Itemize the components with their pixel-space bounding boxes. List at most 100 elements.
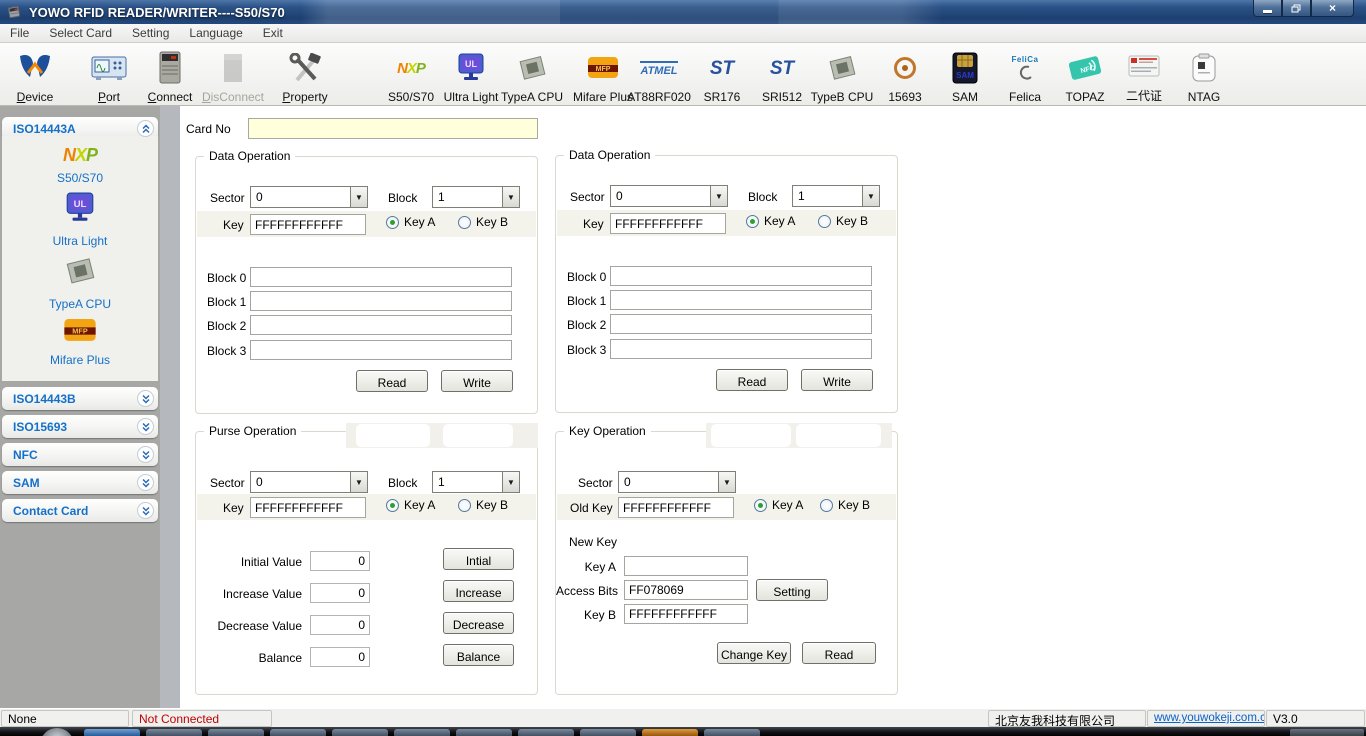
combo-arrow-icon[interactable]: ▼ [718,472,735,492]
expand-chevron-icon[interactable] [137,474,154,491]
increase-value-input[interactable] [310,583,370,603]
old-key-input[interactable] [618,497,734,518]
block-combo[interactable]: 1 ▼ [792,185,880,207]
menu-file[interactable]: File [0,24,39,42]
read-button[interactable]: Read [802,642,876,664]
block1-input[interactable] [250,291,512,311]
menu-select-card[interactable]: Select Card [39,24,122,42]
combo-arrow-icon[interactable]: ▼ [502,472,519,492]
minimize-button[interactable] [1253,0,1282,17]
write-button[interactable]: Write [801,369,873,391]
taskbar-button[interactable] [84,729,140,736]
key-b-radio[interactable]: Key B [458,498,508,512]
taskbar-button[interactable] [518,729,574,736]
taskbar-button[interactable] [332,729,388,736]
sidebar-item-ultralight[interactable]: UL Ultra Light [53,192,108,248]
block1-input[interactable] [610,290,872,310]
sidebar-item-typea-cpu[interactable]: TypeA CPU [49,255,111,311]
initial-button[interactable]: Intial [443,548,514,570]
key-a-radio[interactable]: Key A [386,498,435,512]
sector-combo[interactable]: 0 ▼ [250,186,368,208]
status-website-link[interactable]: www.youwokeji.com.cn [1147,710,1265,727]
taskbar-button[interactable] [704,729,760,736]
taskbar-button[interactable] [270,729,326,736]
combo-arrow-icon[interactable]: ▼ [710,186,727,206]
increase-button[interactable]: Increase [443,580,514,602]
toolbar-typeb-cpu-button[interactable]: TypeB CPU [807,46,877,104]
expand-chevron-icon[interactable] [137,418,154,435]
toolbar-property-button[interactable]: Property [270,46,340,104]
block2-input[interactable] [610,314,872,334]
expand-chevron-icon[interactable] [137,502,154,519]
sidebar-panel-iso14443b[interactable]: ISO14443B [2,387,158,410]
taskbar-button[interactable] [208,729,264,736]
menu-language[interactable]: Language [179,24,252,42]
access-bits-input[interactable] [624,580,748,600]
read-button[interactable]: Read [356,370,428,392]
taskbar-button[interactable] [456,729,512,736]
write-button[interactable]: Write [441,370,513,392]
sector-combo[interactable]: 0 ▼ [618,471,736,493]
toolbar-at88rf020-button[interactable]: ATMEL AT88RF020 [622,46,696,104]
toolbar-device-button[interactable]: Device [0,46,70,104]
balance-input[interactable] [310,647,370,667]
key-a-radio[interactable]: Key A [386,215,435,229]
expand-chevron-icon[interactable] [137,390,154,407]
sector-combo[interactable]: 0 ▼ [250,471,368,493]
setting-button[interactable]: Setting [756,579,828,601]
key-b-radio[interactable]: Key B [820,498,870,512]
restore-button[interactable] [1282,0,1311,17]
new-key-b-input[interactable] [624,604,748,624]
initial-value-input[interactable] [310,551,370,571]
block0-input[interactable] [250,267,512,287]
toolbar-ntag-button[interactable]: NTAG [1169,46,1239,104]
menu-exit[interactable]: Exit [253,24,293,42]
block3-input[interactable] [250,340,512,360]
key-a-radio[interactable]: Key A [746,214,795,228]
menu-setting[interactable]: Setting [122,24,179,42]
taskbar-button[interactable] [580,729,636,736]
sidebar-splitter[interactable] [160,106,180,708]
sidebar-item-mifare-plus[interactable]: MFP Mifare Plus [50,318,110,367]
collapse-chevron-icon[interactable] [137,120,154,137]
key-b-radio[interactable]: Key B [458,215,508,229]
sidebar-item-s50s70[interactable]: NXP S50/S70 [57,145,103,185]
key-input[interactable] [250,214,366,235]
key-b-radio[interactable]: Key B [818,214,868,228]
combo-arrow-icon[interactable]: ▼ [862,186,879,206]
key-input[interactable] [610,213,726,234]
start-button[interactable] [40,728,74,736]
balance-button[interactable]: Balance [443,644,514,666]
toolbar-ultralight-button[interactable]: UL Ultra Light [436,46,506,104]
new-key-a-input[interactable] [624,556,748,576]
block3-input[interactable] [610,339,872,359]
combo-arrow-icon[interactable]: ▼ [350,187,367,207]
block-combo[interactable]: 1 ▼ [432,471,520,493]
block0-input[interactable] [610,266,872,286]
taskbar-button[interactable] [146,729,202,736]
toolbar-disconnect-button[interactable]: DisConnect [198,46,268,104]
block2-input[interactable] [250,315,512,335]
expand-chevron-icon[interactable] [137,446,154,463]
decrease-button[interactable]: Decrease [443,612,514,634]
read-button[interactable]: Read [716,369,788,391]
sidebar-panel-sam[interactable]: SAM [2,471,158,494]
decrease-value-input[interactable] [310,615,370,635]
sidebar-panel-iso15693[interactable]: ISO15693 [2,415,158,438]
card-no-input[interactable] [248,118,538,139]
sidebar-panel-nfc[interactable]: NFC [2,443,158,466]
toolbar-port-button[interactable]: Port [74,46,144,104]
toolbar-connect-button[interactable]: Connect [135,46,205,104]
toolbar-typea-cpu-button[interactable]: TypeA CPU [497,46,567,104]
combo-arrow-icon[interactable]: ▼ [502,187,519,207]
taskbar-button[interactable] [394,729,450,736]
change-key-button[interactable]: Change Key [717,642,791,664]
close-button[interactable]: × [1311,0,1354,17]
block-combo[interactable]: 1 ▼ [432,186,520,208]
sector-combo[interactable]: 0 ▼ [610,185,728,207]
sidebar-panel-contact-card[interactable]: Contact Card [2,499,158,522]
key-input[interactable] [250,497,366,518]
taskbar-tray[interactable] [1290,729,1364,736]
taskbar-button[interactable] [642,729,698,736]
combo-arrow-icon[interactable]: ▼ [350,472,367,492]
